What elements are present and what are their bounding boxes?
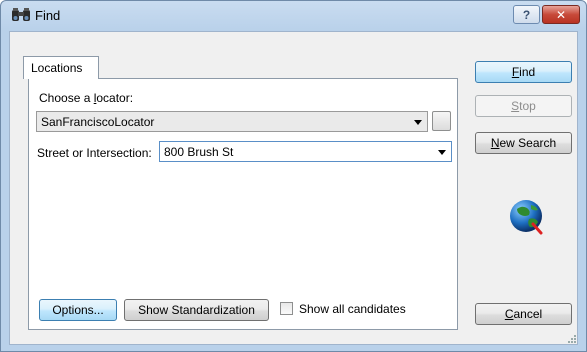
street-value: 800 Brush St xyxy=(164,145,234,159)
show-standardization-button[interactable]: Show Standardization xyxy=(124,299,269,321)
locator-dropdown[interactable]: SanFranciscoLocator xyxy=(36,111,428,132)
show-all-candidates-checkbox[interactable] xyxy=(280,302,293,315)
close-button[interactable]: ✕ xyxy=(542,5,580,24)
help-button[interactable]: ? xyxy=(513,5,540,24)
binoculars-icon xyxy=(12,8,30,21)
tab-locations-label: Locations xyxy=(31,61,83,75)
find-dialog: Find ? ✕ Locations Choose a locator: San… xyxy=(0,0,587,352)
locator-browse-button[interactable] xyxy=(432,111,451,131)
chevron-down-icon[interactable] xyxy=(414,120,422,125)
locator-value: SanFranciscoLocator xyxy=(41,115,155,129)
show-all-candidates-label[interactable]: Show all candidates xyxy=(299,302,406,316)
street-label: Street or Intersection: xyxy=(37,146,152,160)
new-search-button[interactable]: New Search xyxy=(475,132,572,154)
help-icon: ? xyxy=(522,7,531,22)
options-button[interactable]: Options... xyxy=(39,299,117,321)
cancel-button[interactable]: Cancel xyxy=(475,303,572,325)
find-button[interactable]: Find xyxy=(475,61,572,83)
locator-label: Choose a locator: xyxy=(39,91,134,105)
title-bar[interactable]: Find ? ✕ xyxy=(1,1,586,29)
street-input[interactable]: 800 Brush St xyxy=(159,141,452,162)
resize-grip-icon[interactable] xyxy=(568,335,576,343)
window-title: Find xyxy=(35,8,61,23)
globe-icon xyxy=(510,200,543,235)
tab-locations[interactable]: Locations xyxy=(23,56,99,79)
chevron-down-icon[interactable] xyxy=(438,150,446,155)
stop-button[interactable]: Stop xyxy=(475,95,572,117)
close-icon: ✕ xyxy=(555,7,567,22)
